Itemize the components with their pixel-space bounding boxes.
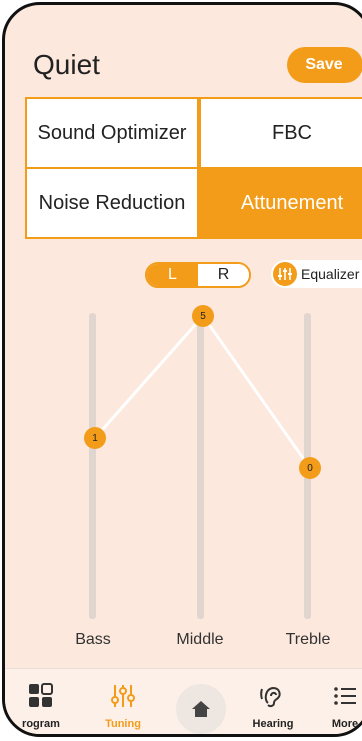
treble-label: Treble <box>285 631 331 648</box>
middle-slider-knob[interactable]: 5 <box>192 305 214 327</box>
nav-hearing-label: Hearing <box>252 718 294 730</box>
bass-label: Bass <box>75 631 111 648</box>
nav-program[interactable]: rogram <box>5 683 81 730</box>
middle-slider-track[interactable] <box>197 313 204 619</box>
home-icon <box>192 701 210 717</box>
bass-slider-track[interactable] <box>89 313 96 619</box>
treble-slider-knob[interactable]: 0 <box>299 457 321 479</box>
nav-tuning[interactable]: Tuning <box>83 683 163 730</box>
nav-tuning-label: Tuning <box>105 718 141 730</box>
bass-slider-knob[interactable]: 1 <box>84 427 106 449</box>
tuning-sliders-icon <box>111 685 135 707</box>
nav-program-label: rogram <box>22 718 60 730</box>
middle-label: Middle <box>176 631 224 648</box>
list-menu-icon <box>334 687 356 705</box>
ear-icon <box>260 686 281 708</box>
nav-more[interactable]: More <box>305 683 362 730</box>
nav-hearing[interactable]: Hearing <box>233 683 313 730</box>
phone-frame: Quiet Save Sound Optimizer FBC Noise Red… <box>2 2 362 737</box>
nav-more-label: More <box>331 718 359 730</box>
home-button[interactable] <box>176 684 226 734</box>
program-grid-icon <box>29 683 53 707</box>
